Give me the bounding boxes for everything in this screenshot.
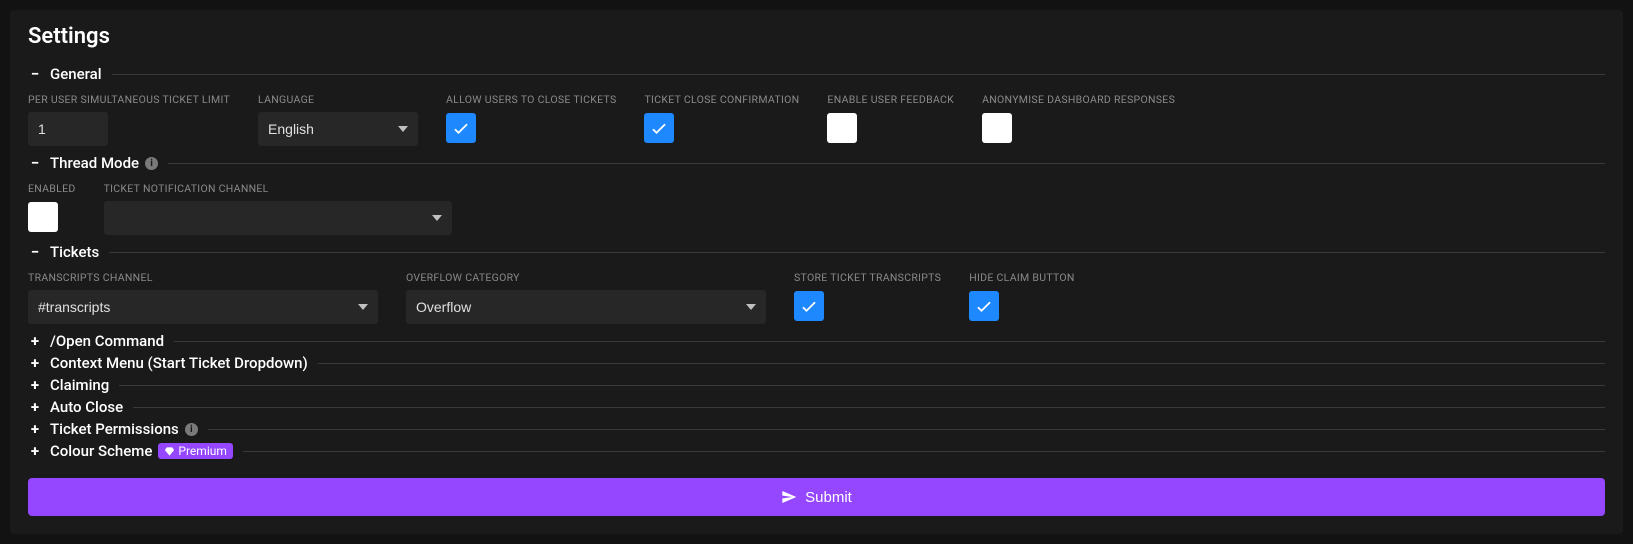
check-icon: [974, 296, 994, 316]
section-title-thread-mode: Thread Mode: [50, 154, 139, 172]
general-fields: PER USER SIMULTANEOUS TICKET LIMIT LANGU…: [28, 93, 1605, 146]
send-icon: [781, 489, 797, 505]
label-transcripts-channel: TRANSCRIPTS CHANNEL: [28, 271, 378, 284]
submit-button[interactable]: Submit: [28, 478, 1605, 516]
divider: [133, 407, 1605, 408]
label-user-feedback: ENABLE USER FEEDBACK: [827, 93, 954, 106]
anonymise-checkbox[interactable]: [982, 113, 1012, 143]
gem-icon: [164, 446, 175, 457]
label-overflow-category: OVERFLOW CATEGORY: [406, 271, 766, 284]
label-store-transcripts: STORE TICKET TRANSCRIPTS: [794, 271, 941, 284]
submit-label: Submit: [805, 489, 852, 506]
section-header-claiming[interactable]: + Claiming: [28, 376, 1605, 394]
close-confirm-checkbox[interactable]: [644, 113, 674, 143]
settings-panel: Settings − General PER USER SIMULTANEOUS…: [10, 10, 1623, 534]
section-title-auto-close: Auto Close: [50, 398, 123, 416]
section-header-context-menu[interactable]: + Context Menu (Start Ticket Dropdown): [28, 354, 1605, 372]
label-anonymise: ANONYMISE DASHBOARD RESPONSES: [982, 93, 1175, 106]
label-close-confirm: TICKET CLOSE CONFIRMATION: [644, 93, 799, 106]
field-overflow-category: OVERFLOW CATEGORY Overflow: [406, 271, 766, 324]
collapse-icon[interactable]: −: [28, 67, 42, 82]
field-per-user-limit: PER USER SIMULTANEOUS TICKET LIMIT: [28, 93, 230, 146]
field-notif-channel: TICKET NOTIFICATION CHANNEL: [104, 182, 452, 235]
page-title: Settings: [28, 24, 1605, 49]
premium-label: Premium: [178, 444, 226, 458]
label-notif-channel: TICKET NOTIFICATION CHANNEL: [104, 182, 452, 195]
expand-icon[interactable]: +: [28, 444, 42, 459]
label-hide-claim: HIDE CLAIM BUTTON: [969, 271, 1075, 284]
section-header-ticket-permissions[interactable]: + Ticket Permissions i: [28, 420, 1605, 438]
label-language: LANGUAGE: [258, 93, 418, 106]
label-allow-close: ALLOW USERS TO CLOSE TICKETS: [446, 93, 616, 106]
expand-icon[interactable]: +: [28, 356, 42, 371]
field-language: LANGUAGE English: [258, 93, 418, 146]
hide-claim-checkbox[interactable]: [969, 291, 999, 321]
expand-icon[interactable]: +: [28, 400, 42, 415]
section-title-open-command: /Open Command: [50, 332, 164, 350]
section-title-context-menu: Context Menu (Start Ticket Dropdown): [50, 354, 308, 372]
field-thread-enabled: ENABLED: [28, 182, 76, 235]
check-icon: [451, 118, 471, 138]
field-anonymise: ANONYMISE DASHBOARD RESPONSES: [982, 93, 1175, 146]
section-title-general: General: [50, 65, 102, 83]
section-header-auto-close[interactable]: + Auto Close: [28, 398, 1605, 416]
notif-channel-select[interactable]: [104, 201, 452, 235]
info-icon[interactable]: i: [145, 157, 158, 170]
label-per-user-limit: PER USER SIMULTANEOUS TICKET LIMIT: [28, 93, 230, 106]
divider: [243, 451, 1605, 452]
divider: [318, 363, 1605, 364]
premium-badge: Premium: [158, 443, 232, 459]
section-header-thread-mode[interactable]: − Thread Mode i: [28, 154, 1605, 172]
section-title-tickets: Tickets: [50, 243, 99, 261]
section-header-general[interactable]: − General: [28, 65, 1605, 83]
per-user-limit-input[interactable]: [28, 112, 108, 146]
section-title-ticket-permissions: Ticket Permissions: [50, 420, 179, 438]
divider: [208, 429, 1605, 430]
divider: [168, 163, 1605, 164]
collapse-icon[interactable]: −: [28, 156, 42, 171]
field-allow-close: ALLOW USERS TO CLOSE TICKETS: [446, 93, 616, 146]
expand-icon[interactable]: +: [28, 378, 42, 393]
check-icon: [799, 296, 819, 316]
divider: [119, 385, 1605, 386]
check-icon: [649, 118, 669, 138]
user-feedback-checkbox[interactable]: [827, 113, 857, 143]
section-header-open-command[interactable]: + /Open Command: [28, 332, 1605, 350]
language-select[interactable]: English: [258, 112, 418, 146]
field-transcripts-channel: TRANSCRIPTS CHANNEL #transcripts: [28, 271, 378, 324]
expand-icon[interactable]: +: [28, 334, 42, 349]
overflow-category-select[interactable]: Overflow: [406, 290, 766, 324]
info-icon[interactable]: i: [185, 423, 198, 436]
thread-mode-fields: ENABLED TICKET NOTIFICATION CHANNEL: [28, 182, 1605, 235]
transcripts-channel-select[interactable]: #transcripts: [28, 290, 378, 324]
field-close-confirm: TICKET CLOSE CONFIRMATION: [644, 93, 799, 146]
section-header-tickets[interactable]: − Tickets: [28, 243, 1605, 261]
field-hide-claim: HIDE CLAIM BUTTON: [969, 271, 1075, 324]
divider: [109, 252, 1605, 253]
section-title-colour-scheme: Colour Scheme: [50, 442, 152, 460]
divider: [174, 341, 1605, 342]
field-user-feedback: ENABLE USER FEEDBACK: [827, 93, 954, 146]
tickets-fields: TRANSCRIPTS CHANNEL #transcripts OVERFLO…: [28, 271, 1605, 324]
label-thread-enabled: ENABLED: [28, 182, 76, 195]
section-header-colour-scheme[interactable]: + Colour Scheme Premium: [28, 442, 1605, 460]
divider: [112, 74, 1605, 75]
expand-icon[interactable]: +: [28, 422, 42, 437]
store-transcripts-checkbox[interactable]: [794, 291, 824, 321]
field-store-transcripts: STORE TICKET TRANSCRIPTS: [794, 271, 941, 324]
allow-close-checkbox[interactable]: [446, 113, 476, 143]
thread-enabled-checkbox[interactable]: [28, 202, 58, 232]
section-title-claiming: Claiming: [50, 376, 109, 394]
collapse-icon[interactable]: −: [28, 245, 42, 260]
